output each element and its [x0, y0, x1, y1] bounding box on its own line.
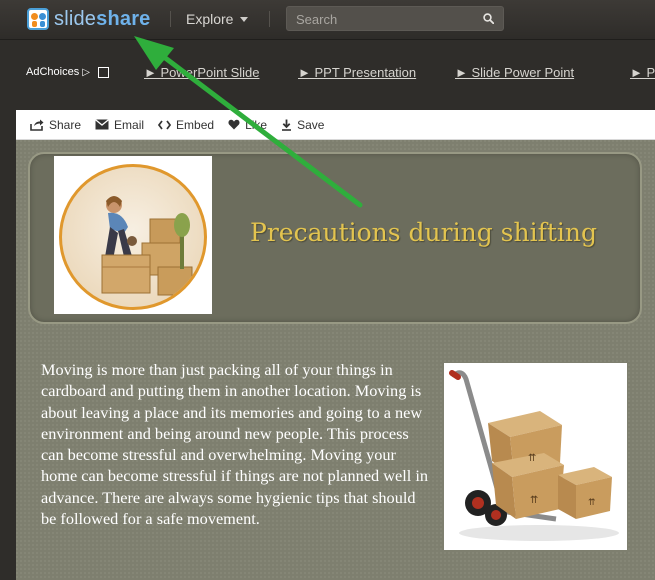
svg-text:⇈: ⇈	[588, 498, 596, 508]
ad-links-bar: AdChoices ▷ ► PowerPoint Slide ► PPT Pre…	[0, 40, 655, 110]
chevron-down-icon	[240, 16, 249, 22]
search-icon[interactable]	[483, 13, 494, 24]
slideshare-logo[interactable]: slideshare	[27, 7, 151, 31]
nav-divider	[269, 11, 270, 27]
like-button[interactable]: Like	[228, 118, 267, 132]
like-label: Like	[245, 117, 268, 132]
heart-icon	[228, 119, 240, 130]
explore-label: Explore	[186, 11, 234, 27]
slide-body-text: Moving is more than just packing all of …	[41, 360, 429, 529]
adchoices-play-icon: ▷	[82, 66, 90, 78]
woman-packing-boxes-image	[54, 156, 212, 314]
explore-menu[interactable]: Explore	[186, 11, 249, 27]
embed-button[interactable]: Embed	[158, 118, 214, 132]
share-label: Share	[49, 117, 82, 132]
adchoices-badge[interactable]: AdChoices ▷	[26, 66, 109, 78]
share-button[interactable]: Share	[30, 118, 81, 132]
envelope-icon	[95, 119, 109, 130]
ad-link-powerpoint-slide[interactable]: ► PowerPoint Slide	[144, 65, 259, 80]
slideshare-logo-icon	[27, 8, 49, 30]
share-icon	[30, 119, 44, 131]
save-button[interactable]: Save	[281, 118, 324, 132]
email-label: Email	[114, 117, 145, 132]
slide-viewer: Share Email Embed Like Save Precautions …	[16, 110, 655, 580]
svg-text:⇈: ⇈	[530, 495, 538, 506]
ad-link-ppt-presentation[interactable]: ► PPT Presentation	[298, 65, 416, 80]
external-link-icon	[97, 66, 109, 78]
slide-toolbar: Share Email Embed Like Save	[16, 110, 655, 140]
ad-link-truncated[interactable]: ► P	[630, 65, 655, 80]
top-nav-bar: slideshare Explore	[0, 0, 655, 40]
search-input[interactable]	[296, 10, 476, 28]
ad-link-slide-power-point[interactable]: ► Slide Power Point	[455, 65, 574, 80]
slide-canvas: Precautions during shifting Moving is mo…	[16, 140, 655, 580]
embed-label: Embed	[176, 117, 215, 132]
save-label: Save	[297, 117, 325, 132]
adchoices-label: AdChoices	[26, 66, 80, 78]
slide-title: Precautions during shifting	[250, 218, 597, 247]
code-icon	[158, 119, 172, 130]
search-box	[286, 6, 504, 31]
email-button[interactable]: Email	[95, 118, 144, 132]
hand-truck-boxes-image: ⇈ ⇈ ⇈	[444, 363, 627, 550]
download-icon	[282, 119, 292, 131]
svg-text:⇈: ⇈	[528, 453, 536, 464]
slideshare-wordmark: slideshare	[54, 7, 151, 30]
nav-divider	[170, 11, 171, 27]
